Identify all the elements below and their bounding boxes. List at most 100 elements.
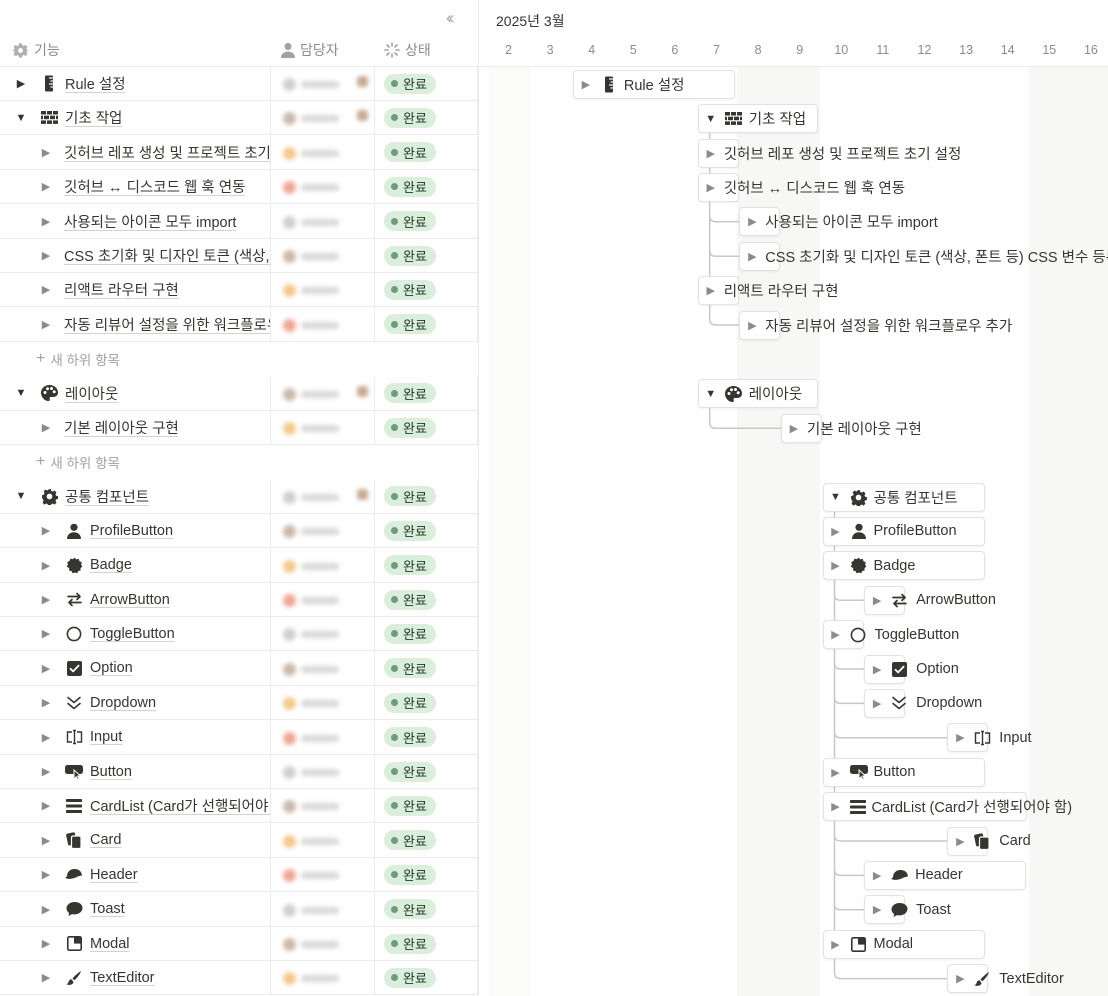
timeline-bar[interactable]: ▼ 공통 컴포넌트 bbox=[822, 482, 985, 512]
timeline-item-label[interactable]: 깃허브 ↔ 디스코드 웹 훅 연동 bbox=[724, 173, 905, 202]
assignee-cell[interactable] bbox=[270, 755, 374, 789]
caret-right-icon[interactable]: ▶ bbox=[746, 319, 758, 332]
timeline-bar[interactable]: ▶ Modal bbox=[822, 929, 985, 959]
feature-label[interactable]: Toast bbox=[90, 901, 125, 917]
table-row[interactable]: ▶ Badge 완료 bbox=[0, 548, 478, 583]
timeline-bar[interactable]: ▶ Header bbox=[864, 860, 1027, 890]
status-cell[interactable]: 완료 bbox=[374, 204, 478, 239]
feature-label[interactable]: 깃허브 레포 생성 및 프로젝트 초기 설정 bbox=[64, 142, 270, 163]
caret-right-icon[interactable]: ▶ bbox=[871, 869, 883, 882]
feature-cell[interactable]: ▶ Modal bbox=[0, 927, 270, 961]
feature-label[interactable]: TextEditor bbox=[90, 970, 154, 986]
feature-label[interactable]: 공통 컴포넌트 bbox=[65, 486, 149, 507]
feature-cell[interactable]: ▶ ToggleButton bbox=[0, 617, 270, 652]
status-cell[interactable]: 완료 bbox=[374, 411, 478, 445]
status-cell[interactable]: 완료 bbox=[374, 651, 478, 686]
caret-down-icon[interactable]: ▼ bbox=[14, 112, 28, 124]
status-cell[interactable]: 완료 bbox=[374, 239, 478, 273]
status-cell[interactable]: 완료 bbox=[374, 583, 478, 617]
feature-label[interactable]: 리액트 라우터 구현 bbox=[64, 279, 179, 300]
status-cell[interactable]: 완료 bbox=[374, 755, 478, 789]
status-cell[interactable]: 완료 bbox=[374, 101, 478, 136]
feature-cell[interactable]: ▶ ProfileButton bbox=[0, 514, 270, 549]
status-cell[interactable]: 완료 bbox=[374, 892, 478, 927]
feature-cell[interactable]: ▼ 기초 작업 bbox=[0, 101, 270, 136]
table-row[interactable]: ▶ 자동 리뷰어 설정을 위한 워크플로우 추가 완료 bbox=[0, 307, 478, 342]
caret-right-icon[interactable]: ▶ bbox=[746, 215, 758, 228]
collapse-sidebar-icon[interactable]: ‹‹ bbox=[446, 8, 455, 28]
table-row[interactable]: ▶ Toast 완료 bbox=[0, 892, 478, 927]
timeline-item-label[interactable]: ToggleButton bbox=[849, 620, 959, 649]
assignee-cell[interactable] bbox=[270, 789, 374, 824]
timeline-item-label[interactable]: 자동 리뷰어 설정을 위한 워크플로우 추가 bbox=[765, 311, 1012, 340]
caret-right-icon[interactable]: ▶ bbox=[14, 77, 28, 90]
caret-right-icon[interactable]: ▶ bbox=[954, 972, 966, 985]
status-cell[interactable]: 완료 bbox=[374, 170, 478, 205]
new-subitem-button[interactable]: + 새 하위 항목 bbox=[0, 445, 270, 479]
feature-cell[interactable]: ▶ ArrowButton bbox=[0, 583, 270, 617]
caret-right-icon[interactable]: ▶ bbox=[39, 696, 53, 709]
caret-right-icon[interactable]: ▶ bbox=[39, 834, 53, 847]
caret-right-icon[interactable]: ▶ bbox=[39, 283, 53, 296]
feature-label[interactable]: 사용되는 아이콘 모두 import bbox=[64, 211, 236, 232]
feature-label[interactable]: 레이아웃 bbox=[65, 383, 118, 404]
feature-cell[interactable]: ▶ Card bbox=[0, 824, 270, 858]
timeline-bar[interactable]: ▶ Button bbox=[822, 757, 985, 787]
assignee-cell[interactable] bbox=[270, 548, 374, 583]
feature-label[interactable]: Badge bbox=[90, 557, 132, 573]
table-row[interactable]: ▶ Input 완료 bbox=[0, 720, 478, 755]
caret-right-icon[interactable]: ▶ bbox=[830, 628, 842, 641]
caret-right-icon[interactable]: ▶ bbox=[39, 937, 53, 950]
caret-right-icon[interactable]: ▶ bbox=[830, 559, 842, 572]
feature-label[interactable]: Rule 설정 bbox=[65, 73, 126, 94]
table-row[interactable]: ▼ 기초 작업 완료 bbox=[0, 101, 478, 136]
assignee-cell[interactable] bbox=[270, 135, 374, 170]
status-cell[interactable]: 완료 bbox=[374, 927, 478, 961]
table-row[interactable]: ▶ Header 완료 bbox=[0, 858, 478, 893]
status-cell[interactable]: 완료 bbox=[374, 858, 478, 893]
table-row[interactable]: ▶ ArrowButton 완료 bbox=[0, 583, 478, 617]
status-cell[interactable]: 완료 bbox=[374, 479, 478, 514]
feature-cell[interactable]: ▶ 깃허브 ↔ 디스코드 웹 훅 연동 bbox=[0, 170, 270, 205]
feature-cell[interactable]: ▶ Toast bbox=[0, 893, 270, 927]
feature-cell[interactable]: ▶ TextEditor bbox=[0, 961, 270, 996]
caret-down-icon[interactable]: ▼ bbox=[14, 387, 28, 399]
feature-label[interactable]: 깃허브 ↔ 디스코드 웹 훅 연동 bbox=[64, 176, 245, 197]
assignee-cell[interactable] bbox=[270, 961, 374, 996]
caret-right-icon[interactable]: ▶ bbox=[39, 593, 53, 606]
timeline-item-label[interactable]: 기본 레이아웃 구현 bbox=[807, 414, 922, 443]
caret-right-icon[interactable]: ▶ bbox=[705, 147, 717, 160]
caret-right-icon[interactable]: ▶ bbox=[39, 731, 53, 744]
caret-right-icon[interactable]: ▶ bbox=[39, 627, 53, 640]
feature-label[interactable]: 기초 작업 bbox=[65, 107, 122, 128]
new-subitem-button[interactable]: + 새 하위 항목 bbox=[0, 342, 270, 376]
caret-right-icon[interactable]: ▶ bbox=[580, 78, 592, 91]
caret-right-icon[interactable]: ▶ bbox=[39, 421, 53, 434]
feature-cell[interactable]: ▶ Button bbox=[0, 755, 270, 789]
table-row[interactable]: ▶ 사용되는 아이콘 모두 import 완료 bbox=[0, 204, 478, 239]
assignee-cell[interactable] bbox=[270, 479, 374, 514]
caret-right-icon[interactable]: ▶ bbox=[871, 903, 883, 916]
caret-right-icon[interactable]: ▶ bbox=[871, 663, 883, 676]
timeline-item-label[interactable]: 사용되는 아이콘 모두 import bbox=[765, 207, 937, 236]
assignee-cell[interactable] bbox=[270, 858, 374, 893]
column-header-status[interactable]: 상태 bbox=[384, 34, 431, 66]
caret-right-icon[interactable]: ▶ bbox=[705, 181, 717, 194]
feature-label[interactable]: 기본 레이아웃 구현 bbox=[64, 417, 179, 438]
timeline-item-label[interactable]: Toast bbox=[890, 895, 951, 924]
feature-cell[interactable]: ▼ 공통 컴포넌트 bbox=[0, 480, 270, 514]
assignee-cell[interactable] bbox=[270, 892, 374, 927]
feature-cell[interactable]: ▶ CSS 초기화 및 디자인 토큰 (색상, 폰트 등) CSS 변수 등록 bbox=[0, 239, 270, 273]
table-row[interactable]: ▶ 기본 레이아웃 구현 완료 bbox=[0, 411, 478, 445]
status-cell[interactable]: 완료 bbox=[374, 548, 478, 583]
caret-right-icon[interactable]: ▶ bbox=[705, 284, 717, 297]
caret-right-icon[interactable]: ▶ bbox=[39, 662, 53, 675]
feature-label[interactable]: ArrowButton bbox=[90, 592, 170, 608]
feature-cell[interactable]: ▶ Input bbox=[0, 721, 270, 755]
table-row[interactable]: ▼ 레이아웃 완료 bbox=[0, 376, 478, 411]
timeline-bar[interactable]: ▼ 기초 작업 bbox=[697, 104, 819, 134]
feature-label[interactable]: 자동 리뷰어 설정을 위한 워크플로우 추가 bbox=[64, 314, 270, 335]
caret-down-icon[interactable]: ▼ bbox=[705, 388, 717, 400]
table-row[interactable]: ▶ 리액트 라우터 구현 완료 bbox=[0, 273, 478, 308]
table-row[interactable]: ▶ TextEditor 완료 bbox=[0, 961, 478, 996]
